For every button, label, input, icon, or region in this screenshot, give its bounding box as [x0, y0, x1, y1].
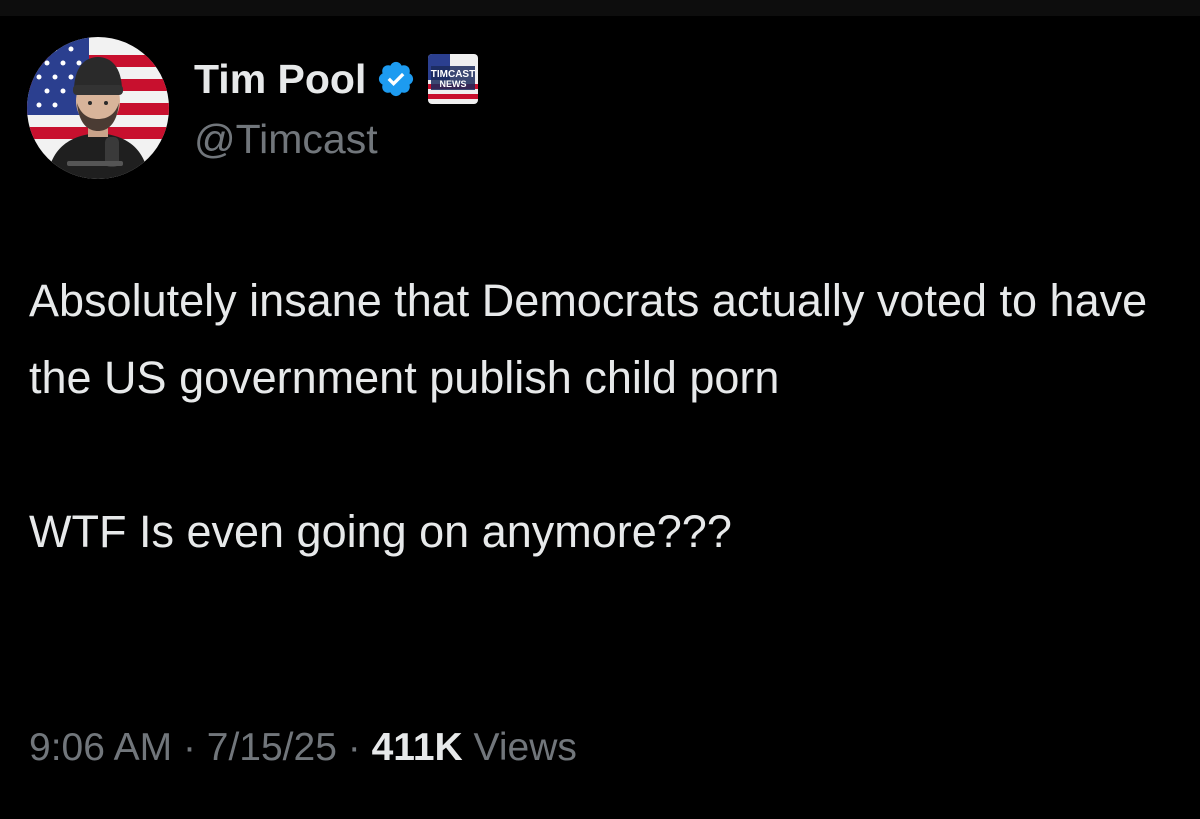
- verified-badge-icon[interactable]: [376, 59, 416, 99]
- badge-text-line2: NEWS: [440, 79, 467, 89]
- tweet-date[interactable]: 7/15/25: [207, 726, 337, 769]
- views-label: Views: [473, 726, 577, 769]
- author-display-name[interactable]: Tim Pool: [194, 56, 366, 103]
- avatar-image: [27, 37, 169, 179]
- tweet-metadata: 9:06 AM · 7/15/25 · 411K Views: [29, 726, 577, 770]
- tweet-card: Tim Pool TIMCAST NEWS @Timcast Absolutel…: [0, 0, 1200, 819]
- tweet-time[interactable]: 9:06 AM: [29, 726, 172, 769]
- tweet-text: Absolutely insane that Democrats actuall…: [29, 262, 1179, 570]
- tweet-paragraph: Absolutely insane that Democrats actuall…: [29, 275, 1148, 403]
- meta-separator: ·: [182, 726, 196, 769]
- meta-separator: ·: [347, 726, 361, 769]
- views-count[interactable]: 411K: [372, 726, 463, 769]
- avatar[interactable]: [27, 37, 169, 179]
- tweet-paragraph: WTF Is even going on anymore???: [29, 506, 732, 557]
- author-name-row: Tim Pool TIMCAST NEWS: [194, 54, 479, 104]
- author-handle[interactable]: @Timcast: [194, 116, 378, 163]
- timcast-news-badge-icon[interactable]: TIMCAST NEWS: [428, 54, 479, 104]
